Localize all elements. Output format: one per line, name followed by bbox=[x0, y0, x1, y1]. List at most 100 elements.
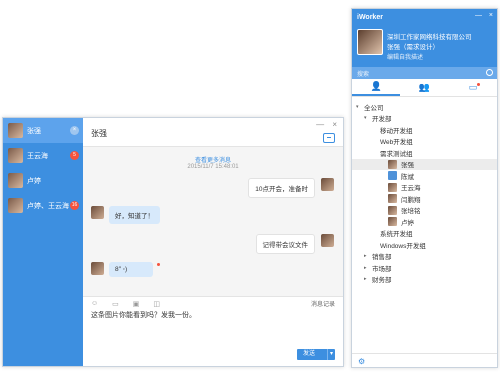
conversation-list: 张强 × 王云海 5 卢婷 卢婷、王云海 16 bbox=[3, 118, 83, 366]
tree-node-label: 闫鹏翔 bbox=[401, 196, 421, 204]
tree-node-label: Web开发组 bbox=[380, 139, 413, 147]
window-controls: — × bbox=[470, 12, 493, 19]
close-icon[interactable]: × bbox=[489, 12, 493, 19]
tab-messages[interactable]: ▭ bbox=[449, 79, 497, 96]
tab-contacts[interactable]: 👤 bbox=[352, 79, 401, 96]
conversation-name: 王云海 bbox=[27, 152, 48, 160]
avatar bbox=[91, 262, 104, 275]
chat-panel: 张强 — × 查看更多消息 2015/11/7 15:48:01 10点开会，准… bbox=[83, 118, 343, 366]
search-input[interactable]: 搜索 bbox=[352, 67, 497, 79]
voice-message[interactable]: 8″ ◦) bbox=[109, 262, 153, 277]
settings-icon[interactable]: ⚙ bbox=[358, 357, 365, 366]
search-icon[interactable] bbox=[486, 69, 493, 76]
tree-node[interactable]: ▾ 全公司 bbox=[352, 101, 497, 113]
tree-node[interactable]: 需求测试组 bbox=[352, 147, 497, 159]
chat-header: 张强 — × bbox=[83, 118, 343, 146]
expand-arrow-icon[interactable]: ▸ bbox=[364, 265, 372, 271]
minimize-icon[interactable]: — bbox=[475, 12, 482, 19]
tab-groups[interactable]: 👥 bbox=[400, 79, 448, 96]
avatar bbox=[388, 217, 397, 227]
conversation-item[interactable]: 张强 × bbox=[3, 118, 83, 143]
person-icon: 👤 bbox=[370, 81, 382, 91]
conversation-item[interactable]: 王云海 5 bbox=[3, 143, 83, 168]
tree-node-label: 开发部 bbox=[372, 116, 392, 124]
panel-tabs: 👤 👥 ▭ bbox=[352, 79, 497, 97]
tree-node[interactable]: ▸ 财务部 bbox=[352, 274, 497, 286]
tree-node-label: 王云海 bbox=[401, 185, 421, 193]
tree-node[interactable]: ▾ 开发部 bbox=[352, 113, 497, 125]
chat-window: 张强 × 王云海 5 卢婷 卢婷、王云海 16 张强 — × 查看更多消息 20… bbox=[2, 117, 344, 367]
avatar bbox=[8, 148, 23, 163]
expand-arrow-icon[interactable]: ▸ bbox=[364, 276, 372, 282]
tree-node-label: Windows开发组 bbox=[380, 242, 426, 250]
tree-node[interactable]: ▸ 销售部 bbox=[352, 251, 497, 263]
send-button[interactable]: 发送 ▾ bbox=[297, 349, 335, 360]
conversation-item[interactable]: 卢婷 bbox=[3, 168, 83, 193]
screenshot-icon[interactable]: ◫ bbox=[153, 300, 160, 308]
close-conversation-icon[interactable]: × bbox=[70, 126, 79, 135]
user-name: 张强（需求设计） bbox=[387, 44, 439, 51]
tree-node[interactable]: ▸ 市场部 bbox=[352, 262, 497, 274]
folder-icon[interactable]: ▭ bbox=[112, 300, 119, 308]
message-bubble: 好，知道了！ bbox=[109, 206, 160, 224]
view-more-messages-link[interactable]: 查看更多消息 bbox=[83, 155, 343, 164]
expand-arrow-icon[interactable]: ▾ bbox=[356, 104, 364, 110]
tree-node-label: 财务部 bbox=[372, 277, 392, 285]
tree-node[interactable]: 系统开发组 bbox=[352, 228, 497, 240]
iworker-panel: iWorker — × 深圳工作家网络科技有限公司 张强（需求设计） 编辑自我描… bbox=[351, 8, 498, 368]
tree-node[interactable]: 王云海 bbox=[352, 182, 497, 194]
tree-node[interactable]: 陈斌 bbox=[352, 170, 497, 182]
tree-node-label: 市场部 bbox=[372, 265, 392, 273]
image-icon[interactable]: ▣ bbox=[133, 300, 140, 308]
avatar bbox=[321, 234, 334, 247]
tree-node-label: 移动开发组 bbox=[380, 127, 413, 135]
expand-arrow-icon[interactable]: ▾ bbox=[364, 115, 372, 121]
message-bubble: 记得带会议文件 bbox=[255, 234, 315, 254]
tree-node[interactable]: 移动开发组 bbox=[352, 124, 497, 136]
window-controls: — × bbox=[310, 120, 337, 129]
tree-node[interactable]: Web开发组 bbox=[352, 136, 497, 148]
emoji-icon[interactable]: ☺ bbox=[91, 300, 98, 307]
tree-node-label: 陈斌 bbox=[401, 173, 414, 181]
conversation-name: 卢婷、王云海 bbox=[27, 202, 69, 210]
profile-card-icon[interactable] bbox=[323, 133, 335, 143]
tree-node-label: 张培铭 bbox=[401, 208, 421, 216]
chat-bubble-icon: ▭ bbox=[468, 82, 478, 92]
tree-node[interactable]: 闫鹏翔 bbox=[352, 193, 497, 205]
unread-badge: 5 bbox=[70, 151, 79, 160]
send-options-icon[interactable]: ▾ bbox=[326, 349, 333, 360]
close-icon[interactable]: × bbox=[332, 120, 337, 129]
avatar bbox=[8, 173, 23, 188]
conversation-item[interactable]: 卢婷、王云海 16 bbox=[3, 193, 83, 218]
organization-tree: ▾ 全公司 ▾ 开发部 移动开发组 Web开发组 需求测试组 张强 陈斌 王云海 闫鹏翔 张培铭 卢婷系… bbox=[352, 97, 497, 285]
tree-node[interactable]: 卢婷 bbox=[352, 216, 497, 228]
message-history-button[interactable]: 消息记录 bbox=[311, 299, 335, 308]
profile-header: iWorker — × 深圳工作家网络科技有限公司 张强（需求设计） 编辑自我描… bbox=[352, 9, 497, 67]
avatar bbox=[8, 123, 23, 138]
avatar bbox=[388, 182, 397, 192]
conversation-name: 张强 bbox=[27, 127, 41, 135]
app-title: iWorker bbox=[357, 14, 383, 21]
tree-node-label: 需求测试组 bbox=[380, 150, 413, 158]
message-timestamp: 2015/11/7 15:48:01 bbox=[187, 164, 239, 170]
company-name: 深圳工作家网络科技有限公司 bbox=[387, 34, 472, 41]
avatar bbox=[8, 198, 23, 213]
message-input[interactable]: 这条图片你能看到吗？发我一份。 bbox=[91, 310, 335, 340]
message-bubble: 10点开会，准备时 bbox=[248, 178, 315, 198]
tree-node-label: 张强 bbox=[401, 162, 414, 170]
user-avatar[interactable] bbox=[357, 29, 383, 55]
expand-arrow-icon[interactable]: ▸ bbox=[364, 253, 372, 259]
avatar bbox=[321, 178, 334, 191]
tree-node[interactable]: 张强 bbox=[352, 158, 497, 170]
avatar bbox=[388, 159, 397, 169]
tree-node-label: 全公司 bbox=[364, 104, 384, 112]
send-label: 发送 bbox=[303, 351, 316, 357]
edit-signature-link[interactable]: 编辑自我描述 bbox=[387, 52, 423, 61]
avatar bbox=[388, 205, 397, 215]
group-icon: 👥 bbox=[418, 82, 431, 92]
tree-node[interactable]: 张培铭 bbox=[352, 205, 497, 217]
tree-node[interactable]: Windows开发组 bbox=[352, 239, 497, 251]
unread-voice-dot bbox=[157, 263, 160, 266]
tree-node-label: 系统开发组 bbox=[380, 231, 413, 239]
minimize-icon[interactable]: — bbox=[316, 120, 324, 129]
